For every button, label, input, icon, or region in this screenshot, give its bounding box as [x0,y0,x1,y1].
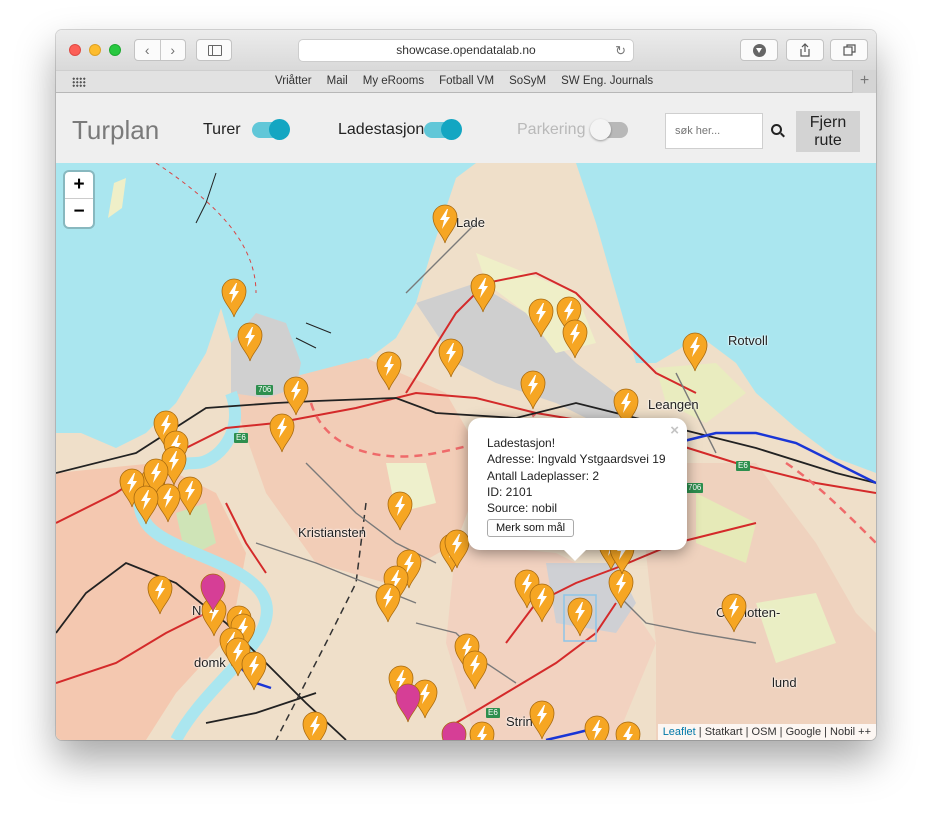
toggle-knob [269,119,290,140]
popup-source: Source: nobil [487,501,558,516]
charging-station-marker[interactable] [462,650,488,690]
toggle-label-turer: Turer [203,121,241,138]
route-point-marker[interactable] [395,683,421,723]
charging-station-marker[interactable] [470,273,496,313]
sidebar-icon [208,45,222,56]
url-text: showcase.opendatalab.no [396,43,536,57]
browser-window: ‹ › showcase.opendatalab.no ↻ Vriåtter M… [56,30,876,740]
place-label: Rotvoll [728,333,768,348]
route-point-marker[interactable] [441,721,467,740]
map-view[interactable]: + − Lade Rotvoll Leangen Kristiansten Ch… [56,163,876,740]
place-label: Leangen [648,397,699,412]
road-shield: 706 [686,483,704,493]
charging-station-marker[interactable] [133,485,159,525]
station-popup: × Ladestasjon! Adresse: Ingvald Ystgaard… [468,418,687,561]
bookmark-item[interactable]: My eRooms [363,75,424,87]
popup-title: Ladestasjon! [487,436,556,450]
toggle-label-parkering: Parkering [517,121,586,138]
place-label: Kristiansten [298,525,366,540]
charging-station-marker[interactable] [567,597,593,637]
charging-station-marker[interactable] [520,370,546,410]
road-shield: E6 [736,461,750,471]
back-icon[interactable]: ‹ [135,40,161,60]
new-tab-plus-icon[interactable]: + [852,70,876,93]
charging-station-marker[interactable] [387,491,413,531]
place-label: lund [772,675,797,690]
charging-station-marker[interactable] [469,721,495,740]
toggle-ladestasjoner[interactable] [424,119,462,140]
zoom-out-button[interactable]: − [65,199,93,226]
charging-station-marker[interactable] [721,593,747,633]
charging-station-marker[interactable] [615,721,641,740]
forward-icon[interactable]: › [161,40,186,60]
place-label: Lade [456,215,485,230]
tabs-icon [842,44,856,56]
zoom-window-button[interactable] [109,44,121,56]
route-point-marker[interactable] [200,573,226,613]
attribution-text: | Statkart | OSM | Google | Nobil ++ [695,726,871,738]
charging-station-marker[interactable] [147,575,173,615]
bookmark-item[interactable]: SoSyM [509,75,546,87]
history-nav: ‹ › [134,39,186,61]
bookmarks-bar: Vriåtter Mail My eRooms Fotball VM SoSyM… [56,70,876,93]
charging-station-marker[interactable] [432,204,458,244]
toggle-knob [590,119,611,140]
charging-station-marker[interactable] [283,376,309,416]
title-bar: ‹ › showcase.opendatalab.no ↻ [56,30,876,70]
charging-station-marker[interactable] [241,651,267,691]
leaflet-link[interactable]: Leaflet [663,726,696,738]
popup-id: ID: 2101 [487,484,533,499]
popup-slots: Antall Ladeplasser: 2 [487,468,600,483]
road-shield: E6 [486,708,500,718]
top-sites-grid-icon[interactable] [72,77,86,87]
charging-station-marker[interactable] [302,711,328,740]
charging-station-marker[interactable] [444,529,470,569]
remove-route-label-2: rute [814,132,842,149]
toggle-knob [441,119,462,140]
reload-icon[interactable]: ↻ [615,40,626,61]
map-attribution: Leaflet | Statkart | OSM | Google | Nobi… [657,724,876,740]
charging-station-marker[interactable] [269,413,295,453]
popup-close-icon[interactable]: × [670,422,679,439]
bookmark-item[interactable]: Mail [327,75,348,87]
zoom-in-button[interactable]: + [65,172,93,199]
remove-route-label-1: Fjern [809,114,847,131]
charging-station-marker[interactable] [237,322,263,362]
close-window-button[interactable] [69,44,81,56]
charging-station-marker[interactable] [562,319,588,359]
charging-station-marker[interactable] [375,583,401,623]
charging-station-marker[interactable] [529,700,555,740]
sidebar-toggle-button[interactable] [196,39,232,61]
charging-station-marker[interactable] [528,298,554,338]
address-bar[interactable]: showcase.opendatalab.no ↻ [298,39,634,62]
tabs-overview-button[interactable] [830,39,868,61]
minimize-window-button[interactable] [89,44,101,56]
remove-route-button[interactable]: Fjern rute [796,111,860,152]
set-destination-button[interactable]: Merk som mål [487,519,575,538]
charging-station-marker[interactable] [376,351,402,391]
charging-station-marker[interactable] [682,332,708,372]
charging-station-marker[interactable] [438,338,464,378]
charging-station-marker[interactable] [221,278,247,318]
popup-address: Adresse: Ingvald Ystgaardsvei 19 [487,452,666,467]
charging-station-marker[interactable] [529,583,555,623]
road-shield: E6 [234,433,248,443]
search-icon[interactable] [771,124,782,135]
bookmark-item[interactable]: SW Eng. Journals [561,75,653,87]
toggle-parkering[interactable] [590,119,628,140]
downloads-button[interactable] [740,39,778,61]
download-icon [752,44,766,57]
app-title: Turplan [72,115,160,145]
popup-tip [564,550,586,561]
app-header: Turplan Turer Ladestasjoner Parkering Fj… [56,93,876,163]
share-button[interactable] [786,39,824,61]
toggle-turer[interactable] [252,119,290,140]
bookmark-item[interactable]: Fotball VM [439,75,494,87]
bookmark-item[interactable]: Vriåtter [275,75,312,87]
zoom-control: + − [65,172,93,227]
charging-station-marker[interactable] [584,715,610,740]
road-shield: 706 [256,385,274,395]
share-icon [800,43,810,57]
search-input[interactable] [665,113,763,149]
